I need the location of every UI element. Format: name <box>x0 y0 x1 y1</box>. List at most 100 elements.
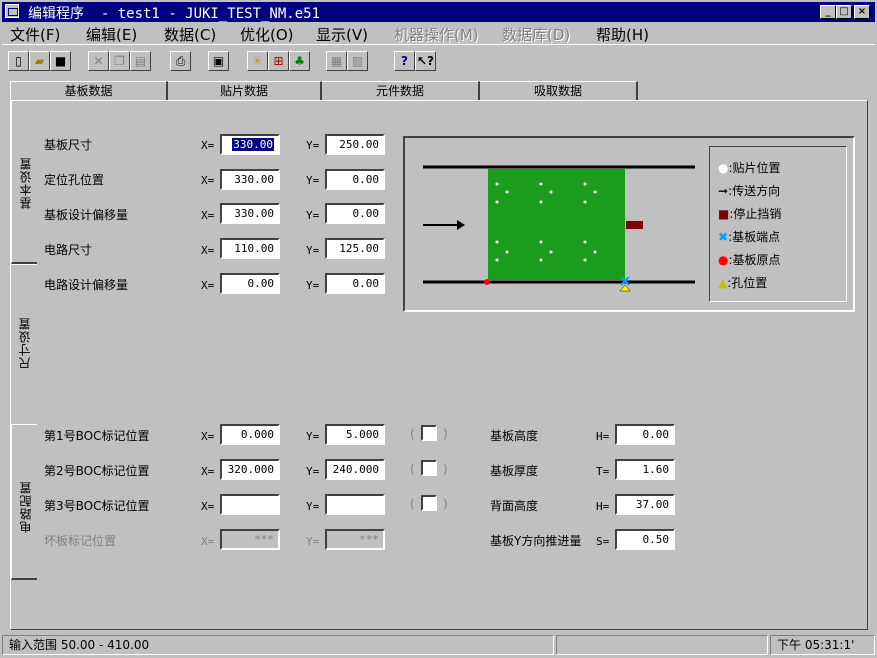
open-button[interactable]: ▰ <box>29 51 50 71</box>
boc-mark-3-y-field[interactable] <box>325 494 385 515</box>
board-view-button[interactable]: ▦ <box>326 51 347 71</box>
circuit-offset-x-prefix: X= <box>201 279 215 292</box>
edit-program-window: 编辑程序 - test1 - JUKI_TEST_NM.e51 _ □ × 文件… <box>0 0 877 658</box>
board-offset-y-field[interactable]: 0.00 <box>325 203 385 224</box>
legend-stopper-text: :停止挡销 <box>729 207 782 221</box>
board-size-x-field[interactable]: 330.00 <box>220 134 280 155</box>
circuit-size-y-field[interactable]: 125.00 <box>325 238 385 259</box>
board-origin-dot-icon: ● <box>718 253 729 267</box>
toolbar: ▯ ▰ ■ ✕ ❐ ▤ ⎙ ▣ ☀ ⊞ ♣ ▦ ▥ ? ↖? <box>2 44 875 75</box>
menu-machine-operation[interactable]: 机器操作(M) <box>394 24 479 45</box>
circuit-size-x-field[interactable]: 110.00 <box>220 238 280 259</box>
window-title: 编辑程序 - test1 - JUKI_TEST_NM.e51 <box>28 6 321 22</box>
cut-button[interactable]: ✕ <box>88 51 109 71</box>
boc-mark-2-y-field[interactable]: 240.000 <box>325 459 385 480</box>
menu-display[interactable]: 显示(V) <box>316 24 368 45</box>
minimize-button[interactable]: _ <box>820 5 836 19</box>
new-button[interactable]: ▯ <box>8 51 29 71</box>
board-view-2-button[interactable]: ▥ <box>347 51 368 71</box>
app-icon[interactable] <box>5 4 19 18</box>
side-tab-size[interactable]: 尺寸设置 <box>11 264 37 424</box>
legend-board-origin-text: :基板原点 <box>728 253 781 267</box>
boc-mark-1-checkbox[interactable] <box>421 425 437 441</box>
legend-hole-text: :孔位置 <box>727 276 768 290</box>
boc-mark-2-x-field[interactable]: 320.000 <box>220 459 280 480</box>
help-button[interactable]: ? <box>394 51 415 71</box>
side-tab-basic[interactable]: 基本设置 <box>11 100 37 264</box>
boc-mark-2-label: 第2号BOC标记位置 <box>44 464 150 478</box>
boc-mark-1-y-prefix: Y= <box>306 430 320 443</box>
context-help-button[interactable]: ↖? <box>415 51 436 71</box>
menu-data[interactable]: 数据(C) <box>164 24 216 45</box>
back-height-prefix: H= <box>596 500 610 513</box>
hole-position-marker <box>619 284 631 292</box>
transport-arrow-head <box>457 220 465 230</box>
tab-board-data[interactable]: 基板数据 <box>10 81 168 101</box>
status-input-range: 输入范围 50.00 - 410.00 <box>2 635 554 655</box>
components-button[interactable]: ♣ <box>289 51 310 71</box>
tab-component-data[interactable]: 元件数据 <box>322 81 480 101</box>
status-panel-empty <box>556 635 768 655</box>
bad-board-mark-y-field[interactable]: *** <box>325 529 385 550</box>
circuit-offset-x-field[interactable]: 0.00 <box>220 273 280 294</box>
boc-mark-3-paren-open: ( <box>410 497 415 511</box>
boc-mark-3-x-field[interactable] <box>220 494 280 515</box>
save-button[interactable]: ■ <box>50 51 71 71</box>
bad-board-mark-label: 坏板标记位置 <box>44 534 117 548</box>
board-height-field[interactable]: 0.00 <box>615 424 675 445</box>
maximize-button[interactable]: □ <box>836 5 852 19</box>
copy-button[interactable]: ❐ <box>109 51 130 71</box>
tab-placement-data[interactable]: 贴片数据 <box>168 81 322 101</box>
board-size-y-field[interactable]: 250.00 <box>325 134 385 155</box>
locating-hole-y-prefix: Y= <box>306 174 320 187</box>
boc-mark-3-x-prefix: X= <box>201 500 215 513</box>
optimize-button[interactable]: ☀ <box>247 51 268 71</box>
find-button[interactable]: ▣ <box>208 51 229 71</box>
legend-placement-text: :贴片位置 <box>728 161 781 175</box>
board-y-push-prefix: S= <box>596 535 610 548</box>
side-tab-basic-label: 基本设置 <box>19 157 33 209</box>
menu-help[interactable]: 帮助(H) <box>596 24 649 45</box>
board-view-icon: ▦ <box>330 54 343 68</box>
boc-mark-3-paren-close: ) <box>443 497 448 511</box>
back-height-field[interactable]: 37.00 <box>615 494 675 515</box>
boc-mark-1-y-field[interactable]: 5.000 <box>325 424 385 445</box>
board-offset-y-prefix: Y= <box>306 209 320 222</box>
boc-mark-1-x-field[interactable]: 0.000 <box>220 424 280 445</box>
context-help-icon: ↖? <box>416 54 434 68</box>
bad-board-mark-y-prefix: Y= <box>306 535 320 548</box>
locating-hole-x-field[interactable]: 330.00 <box>220 169 280 190</box>
circuit-offset-y-prefix: Y= <box>306 279 320 292</box>
print-button[interactable]: ⎙ <box>170 51 191 71</box>
network-icon: ⊞ <box>273 54 284 68</box>
placement-dot-icon: ● <box>718 161 729 175</box>
boc-mark-3-checkbox[interactable] <box>421 495 437 511</box>
back-height-label: 背面高度 <box>490 499 539 513</box>
board-origin-marker <box>484 279 490 285</box>
menu-edit[interactable]: 编辑(E) <box>86 24 137 45</box>
circuit-offset-y-field[interactable]: 0.00 <box>325 273 385 294</box>
boc-mark-2-checkbox[interactable] <box>421 460 437 476</box>
status-time: 下午 05:31:1' <box>770 635 875 655</box>
menu-database[interactable]: 数据库(D) <box>502 24 570 45</box>
network-button[interactable]: ⊞ <box>268 51 289 71</box>
close-button[interactable]: × <box>854 5 870 19</box>
menu-file[interactable]: 文件(F) <box>10 24 60 45</box>
board-thickness-field[interactable]: 1.60 <box>615 459 675 480</box>
title-bar[interactable]: 编辑程序 - test1 - JUKI_TEST_NM.e51 _ □ × <box>2 2 875 22</box>
paste-button[interactable]: ▤ <box>130 51 151 71</box>
board-y-push-field[interactable]: 0.50 <box>615 529 675 550</box>
board-offset-x-field[interactable]: 330.00 <box>220 203 280 224</box>
tab-pickup-data[interactable]: 吸取数据 <box>480 81 638 101</box>
side-tab-circuit[interactable]: 电路配置 <box>11 424 37 580</box>
board-size-x-value: 330.00 <box>232 138 274 151</box>
bad-board-mark-x-field[interactable]: *** <box>220 529 280 550</box>
boc-mark-2-y-prefix: Y= <box>306 465 320 478</box>
board-size-y-prefix: Y= <box>306 139 320 152</box>
menu-optimize[interactable]: 优化(O) <box>240 24 294 45</box>
bad-board-mark-x-prefix: X= <box>201 535 215 548</box>
locating-hole-y-field[interactable]: 0.00 <box>325 169 385 190</box>
stopper-square-icon: ■ <box>718 207 730 221</box>
legend-placement: ●:贴片位置 <box>718 159 781 176</box>
board-diagram: ●:贴片位置 ➞:传送方向 ■:停止挡销 ✖:基板端点 ●:基板原点 ▲:孔位置 <box>403 136 855 312</box>
